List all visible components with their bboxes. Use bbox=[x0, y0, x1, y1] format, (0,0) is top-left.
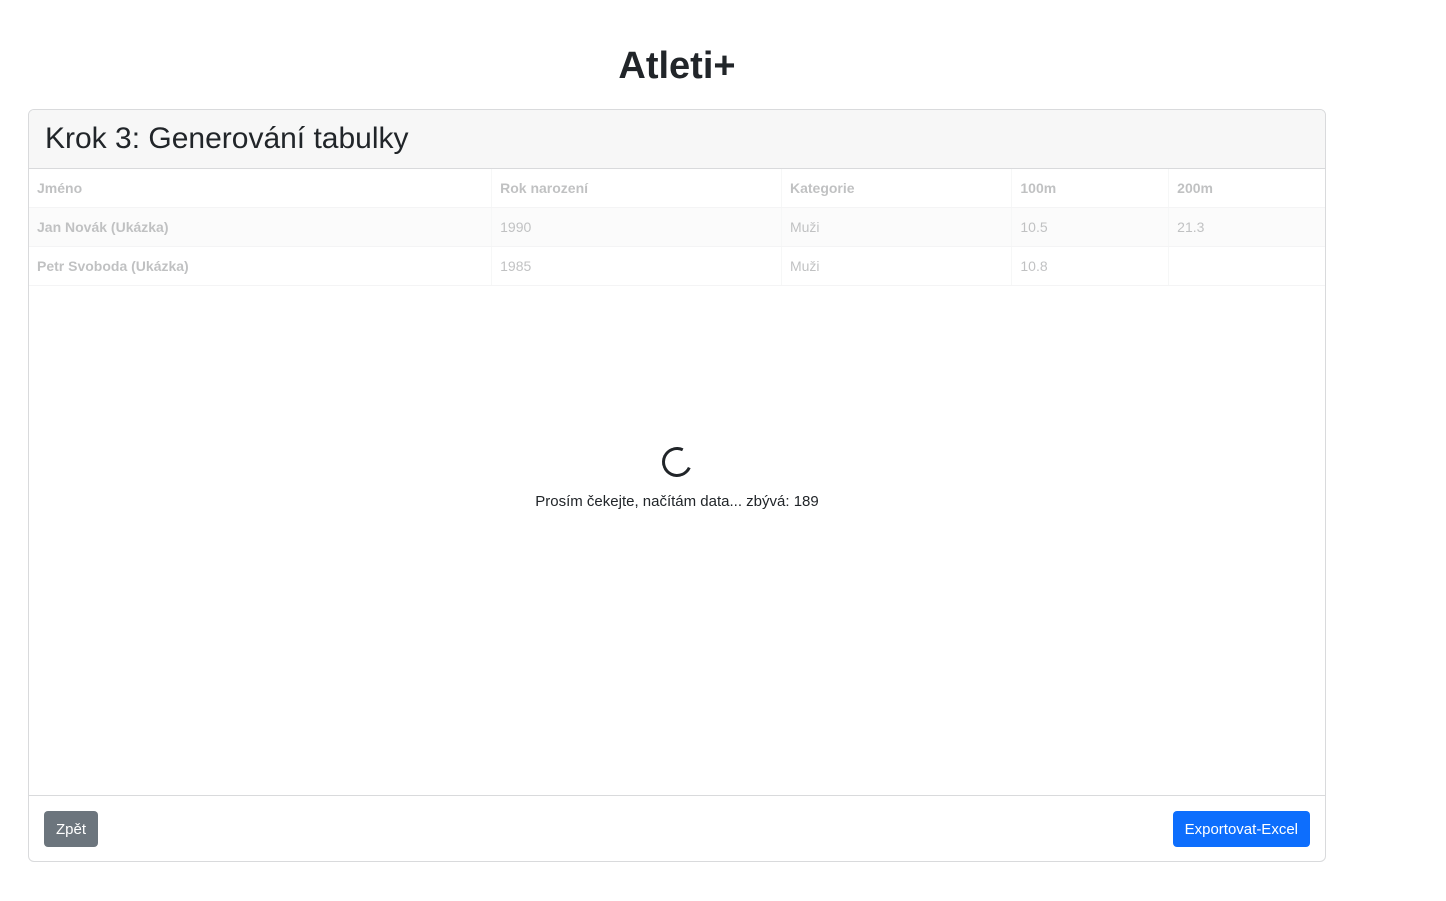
cell-category: Muži bbox=[781, 246, 1013, 286]
export-excel-button[interactable]: Exportovat-Excel bbox=[1172, 811, 1310, 847]
cell-100m: 10.5 bbox=[1011, 207, 1170, 247]
step-card: Krok 3: Generování tabulky Jméno Rok nar… bbox=[28, 109, 1326, 862]
table-header-row: Jméno Rok narození Kategorie 100m 200m bbox=[29, 169, 1325, 208]
cell-100m: 10.8 bbox=[1011, 246, 1170, 286]
loading-spinner-icon bbox=[657, 442, 697, 482]
column-header-200m[interactable]: 200m bbox=[1168, 169, 1325, 208]
table-row: Petr Svoboda (Ukázka) 1985 Muži 10.8 bbox=[29, 246, 1325, 286]
app-title: Atleti+ bbox=[618, 45, 736, 87]
cell-name: Petr Svoboda (Ukázka) bbox=[29, 246, 493, 286]
cell-year: 1985 bbox=[491, 246, 782, 286]
results-table: Jméno Rok narození Kategorie 100m 200m J… bbox=[29, 169, 1325, 286]
table-row: Jan Novák (Ukázka) 1990 Muži 10.5 21.3 bbox=[29, 207, 1325, 247]
loading-text: Prosím čekejte, načítám data... zbývá: 1… bbox=[535, 493, 819, 510]
cell-name: Jan Novák (Ukázka) bbox=[29, 207, 493, 247]
column-header-name[interactable]: Jméno bbox=[29, 169, 493, 208]
back-button[interactable]: Zpět bbox=[44, 811, 99, 847]
card-title: Krok 3: Generování tabulky bbox=[45, 122, 409, 155]
column-header-100m[interactable]: 100m bbox=[1011, 169, 1170, 208]
column-header-year[interactable]: Rok narození bbox=[491, 169, 782, 208]
cell-200m bbox=[1168, 246, 1325, 286]
card-body: Jméno Rok narození Kategorie 100m 200m J… bbox=[29, 169, 1325, 794]
cell-200m: 21.3 bbox=[1168, 207, 1325, 247]
cell-year: 1990 bbox=[491, 207, 782, 247]
cell-category: Muži bbox=[781, 207, 1013, 247]
column-header-category[interactable]: Kategorie bbox=[781, 169, 1013, 208]
loading-overlay: Prosím čekejte, načítám data... zbývá: 1… bbox=[29, 442, 1325, 510]
card-footer: Zpět Exportovat-Excel bbox=[29, 795, 1325, 861]
card-header: Krok 3: Generování tabulky bbox=[29, 110, 1325, 169]
